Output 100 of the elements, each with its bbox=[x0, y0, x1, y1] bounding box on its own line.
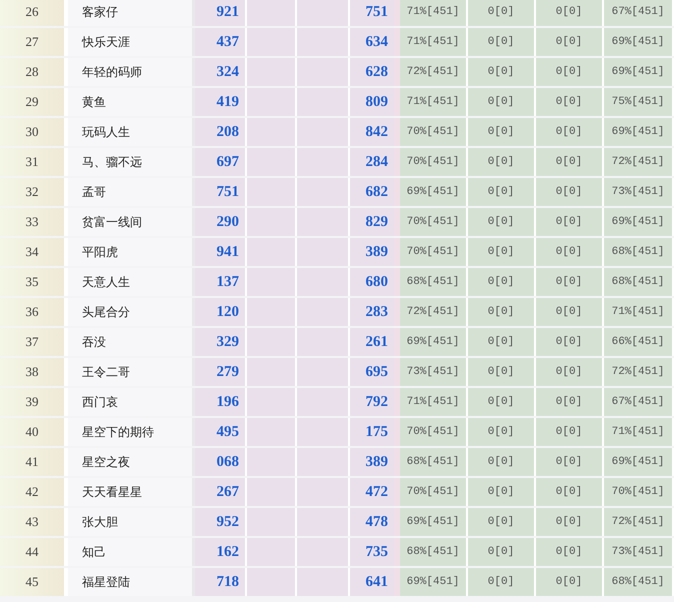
stat-cell: 0[0] bbox=[468, 358, 536, 386]
stat-cell: 0[0] bbox=[536, 268, 604, 296]
stat-cell: 0[0] bbox=[468, 448, 536, 476]
number-cell: 137 bbox=[195, 268, 247, 296]
stat-cell: 70%[451] bbox=[400, 208, 468, 236]
number-cell: 641 bbox=[350, 568, 400, 596]
number-cell: 324 bbox=[195, 58, 247, 86]
number-cell: 329 bbox=[195, 328, 247, 356]
number-cell: 634 bbox=[350, 28, 400, 56]
number-cell: 809 bbox=[350, 88, 400, 116]
number-cell: 267 bbox=[195, 478, 247, 506]
stat-cell: 0[0] bbox=[468, 178, 536, 206]
stat-cell: 0[0] bbox=[468, 148, 536, 176]
rank-cell: 32 bbox=[0, 178, 68, 206]
stat-cell: 71%[451] bbox=[400, 0, 468, 26]
stat-cell: 0[0] bbox=[468, 568, 536, 596]
rank-cell: 33 bbox=[0, 208, 68, 236]
rank-cell: 36 bbox=[0, 298, 68, 326]
stat-cell: 0[0] bbox=[468, 58, 536, 86]
number-cell: 290 bbox=[195, 208, 247, 236]
number-cell: 697 bbox=[195, 148, 247, 176]
stat-cell: 0[0] bbox=[468, 238, 536, 266]
stat-cell: 0[0] bbox=[536, 298, 604, 326]
number-cell: 283 bbox=[350, 298, 400, 326]
stat-cell: 0[0] bbox=[536, 568, 604, 596]
stat-cell: 0[0] bbox=[468, 388, 536, 416]
stat-cell: 0[0] bbox=[468, 118, 536, 146]
stat-cell: 73%[451] bbox=[400, 358, 468, 386]
number-cell: 284 bbox=[350, 148, 400, 176]
number-cell: 389 bbox=[350, 448, 400, 476]
stat-cell: 0[0] bbox=[536, 58, 604, 86]
number-cell: 196 bbox=[195, 388, 247, 416]
number-cell: 735 bbox=[350, 538, 400, 566]
stat-cell: 70%[451] bbox=[400, 418, 468, 446]
number-cell: 695 bbox=[350, 358, 400, 386]
stat-cell: 0[0] bbox=[536, 148, 604, 176]
stat-cell: 0[0] bbox=[536, 88, 604, 116]
stat-cell: 70%[451] bbox=[604, 478, 674, 506]
stat-cell: 0[0] bbox=[468, 538, 536, 566]
stat-cell: 0[0] bbox=[468, 0, 536, 26]
number-cell: 279 bbox=[195, 358, 247, 386]
stat-cell: 69%[451] bbox=[604, 28, 674, 56]
rank-cell: 29 bbox=[0, 88, 68, 116]
number-cell: 261 bbox=[350, 328, 400, 356]
stat-cell: 75%[451] bbox=[604, 88, 674, 116]
stat-cell: 0[0] bbox=[468, 268, 536, 296]
rank-cell: 40 bbox=[0, 418, 68, 446]
stat-cell: 0[0] bbox=[536, 178, 604, 206]
stat-cell: 70%[451] bbox=[400, 148, 468, 176]
number-cell: 751 bbox=[350, 0, 400, 26]
stat-cell: 0[0] bbox=[536, 418, 604, 446]
stat-cell: 72%[451] bbox=[604, 508, 674, 536]
stat-cell: 0[0] bbox=[536, 238, 604, 266]
stat-cell: 0[0] bbox=[468, 508, 536, 536]
stat-cell: 0[0] bbox=[468, 88, 536, 116]
stat-cell: 0[0] bbox=[468, 478, 536, 506]
rank-cell: 39 bbox=[0, 388, 68, 416]
stat-cell: 72%[451] bbox=[604, 148, 674, 176]
stat-cell: 68%[451] bbox=[604, 268, 674, 296]
rank-cell: 41 bbox=[0, 448, 68, 476]
number-cell: 941 bbox=[195, 238, 247, 266]
number-cell: 628 bbox=[350, 58, 400, 86]
stat-cell: 0[0] bbox=[536, 0, 604, 26]
rank-cell: 27 bbox=[0, 28, 68, 56]
stat-cell: 68%[451] bbox=[604, 568, 674, 596]
rank-cell: 34 bbox=[0, 238, 68, 266]
number-cell: 120 bbox=[195, 298, 247, 326]
number-cell: 751 bbox=[195, 178, 247, 206]
stat-cell: 69%[451] bbox=[604, 208, 674, 236]
number-cell: 208 bbox=[195, 118, 247, 146]
stat-cell: 70%[451] bbox=[400, 118, 468, 146]
number-cell: 921 bbox=[195, 0, 247, 26]
stat-cell: 70%[451] bbox=[400, 478, 468, 506]
stat-cell: 69%[451] bbox=[604, 58, 674, 86]
stat-cell: 0[0] bbox=[536, 28, 604, 56]
number-cell: 829 bbox=[350, 208, 400, 236]
rank-cell: 38 bbox=[0, 358, 68, 386]
stat-cell: 71%[451] bbox=[400, 388, 468, 416]
stat-cell: 0[0] bbox=[468, 28, 536, 56]
stat-cell: 73%[451] bbox=[604, 178, 674, 206]
stat-cell: 0[0] bbox=[536, 118, 604, 146]
rank-cell: 31 bbox=[0, 148, 68, 176]
stat-cell: 67%[451] bbox=[604, 0, 674, 26]
stat-cell: 0[0] bbox=[468, 208, 536, 236]
stat-cell: 69%[451] bbox=[400, 508, 468, 536]
number-cell: 842 bbox=[350, 118, 400, 146]
stat-cell: 69%[451] bbox=[400, 328, 468, 356]
stat-cell: 70%[451] bbox=[400, 238, 468, 266]
stat-cell: 69%[451] bbox=[400, 178, 468, 206]
stat-cell: 0[0] bbox=[468, 298, 536, 326]
number-cell: 068 bbox=[195, 448, 247, 476]
stat-cell: 73%[451] bbox=[604, 538, 674, 566]
stat-cell: 68%[451] bbox=[400, 448, 468, 476]
number-cell: 952 bbox=[195, 508, 247, 536]
stat-cell: 71%[451] bbox=[604, 418, 674, 446]
number-cell: 495 bbox=[195, 418, 247, 446]
number-cell: 792 bbox=[350, 388, 400, 416]
number-cell: 478 bbox=[350, 508, 400, 536]
stat-cell: 69%[451] bbox=[604, 448, 674, 476]
number-cell: 419 bbox=[195, 88, 247, 116]
